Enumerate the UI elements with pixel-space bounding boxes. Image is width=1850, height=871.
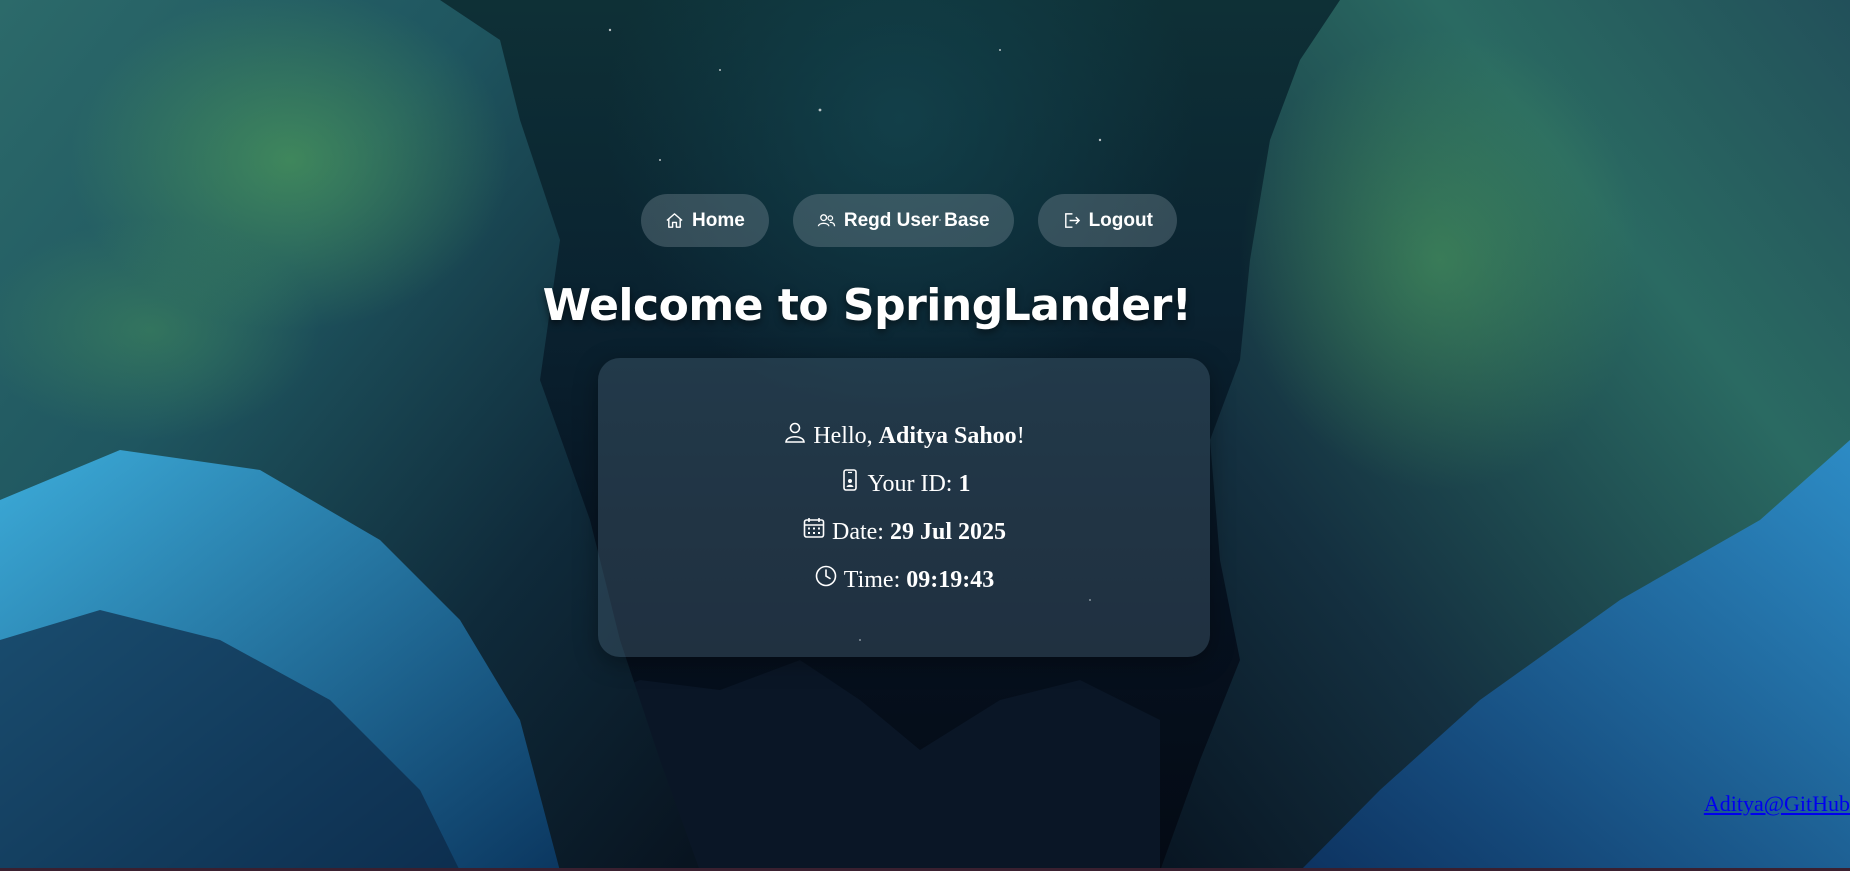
users-icon <box>817 214 836 227</box>
home-button-label: Home <box>692 209 745 231</box>
user-id-label: Your ID: <box>867 470 959 497</box>
time-value: 09:19:43 <box>906 566 995 593</box>
github-link[interactable]: Aditya@GitHub <box>1704 791 1850 817</box>
logout-icon <box>1064 213 1080 228</box>
date-row: Date: 29 Jul 2025 <box>802 516 1006 548</box>
calendar-icon <box>803 517 825 538</box>
user-name: Aditya Sahoo <box>878 422 1017 449</box>
time-row: Time: 09:19:43 <box>814 564 994 596</box>
greeting-suffix: ! <box>1016 422 1025 449</box>
time-label: Time: <box>843 566 907 593</box>
top-navigation: Home Regd User Base Logout <box>0 194 1834 247</box>
home-icon <box>666 213 683 228</box>
user-id-value: 1 <box>958 470 971 497</box>
logout-button-label: Logout <box>1088 209 1153 231</box>
regd-user-base-button[interactable]: Regd User Base <box>792 194 1014 247</box>
page-title: Welcome to SpringLander! <box>542 280 1192 331</box>
greeting-row: Hello, Aditya Sahoo! <box>783 420 1025 452</box>
date-label: Date: <box>832 518 890 545</box>
date-value: 29 Jul 2025 <box>889 518 1006 545</box>
logout-button[interactable]: Logout <box>1037 194 1177 247</box>
person-icon <box>785 422 806 443</box>
clock-icon <box>815 565 837 586</box>
user-info-card: Hello, Aditya Sahoo! Your ID: 1 Date: 29… <box>598 358 1210 657</box>
user-id-row: Your ID: 1 <box>838 468 971 500</box>
regd-user-base-button-label: Regd User Base <box>843 209 990 231</box>
home-button[interactable]: Home <box>641 194 769 247</box>
greeting-prefix: Hello, <box>813 422 879 449</box>
phone-icon <box>842 468 857 491</box>
page-background: Home Regd User Base Logout Welcome to Sp… <box>0 0 1850 871</box>
